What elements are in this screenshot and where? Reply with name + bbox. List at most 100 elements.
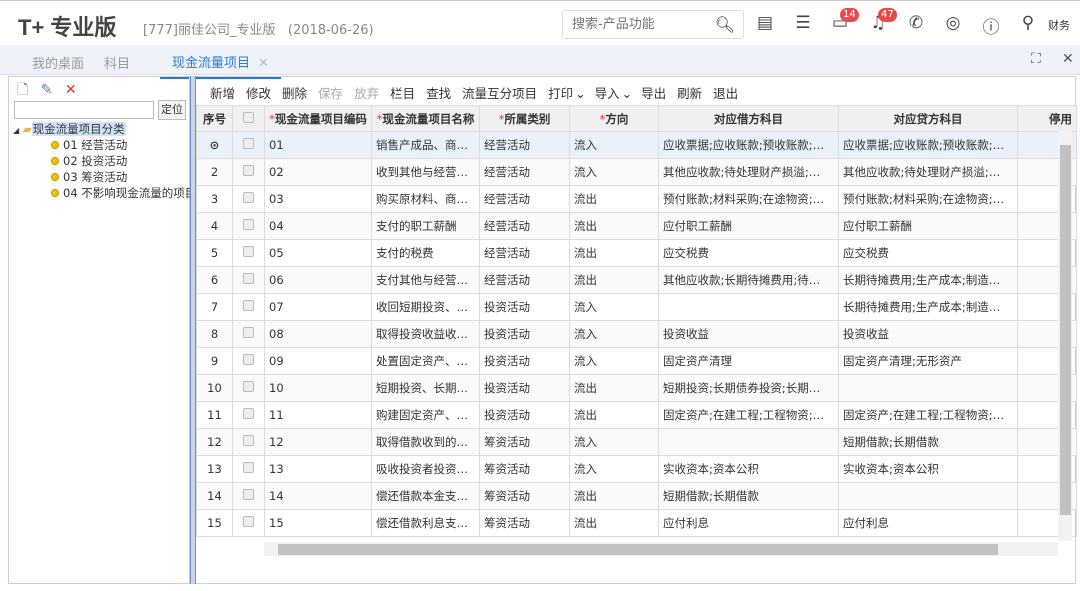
horizontal-scrollbar[interactable] — [264, 542, 1058, 556]
row-checkbox[interactable] — [243, 354, 254, 365]
fullscreen-icon[interactable]: ⛶ — [1031, 51, 1041, 67]
toolbar-button[interactable]: 删除 — [282, 86, 307, 101]
close-icon[interactable]: ✕ — [1062, 51, 1074, 67]
message-icon[interactable]: ▭ 14 — [829, 8, 859, 33]
scroll-thumb[interactable] — [278, 544, 998, 555]
table-row[interactable]: 1313吸收投资者投资收到的现金筹资活动流入实收资本;资本公积实收资本;资本公积 — [196, 455, 1077, 483]
row-checkbox[interactable] — [243, 408, 254, 419]
toolbar-button[interactable]: 修改 — [246, 86, 271, 101]
row-checkbox[interactable] — [243, 138, 254, 149]
toolbar-button[interactable]: 保存 — [318, 86, 343, 101]
category: 投资活动 — [479, 401, 570, 429]
edit-icon[interactable]: ✎ — [41, 82, 53, 98]
toolbar-button[interactable]: 导出 — [641, 86, 666, 101]
locate-button[interactable]: 定位 — [158, 100, 186, 120]
toolbar-button[interactable]: 放弃 — [354, 86, 379, 101]
bell-icon[interactable]: ♫ 47 — [867, 8, 897, 33]
tab-accounts[interactable]: 科目 — [104, 53, 130, 72]
dropdown-icon[interactable]: ⌄ — [622, 86, 632, 101]
scroll-thumb[interactable] — [1060, 145, 1071, 515]
toolbar-button[interactable]: 查找 — [426, 86, 451, 101]
calculator-icon[interactable]: ▤ — [754, 13, 776, 33]
column-header[interactable]: *所属类别 — [479, 105, 570, 132]
locate-input[interactable] — [14, 101, 154, 119]
search-icon[interactable]: 🔍︎ — [715, 15, 735, 34]
vertical-scrollbar[interactable] — [1058, 131, 1072, 541]
search-input[interactable] — [563, 11, 703, 38]
table-row[interactable]: ⊙01销售产成品、商品、提供劳务收到的现金经营活动流入应收票据;应收账款;预收账… — [196, 131, 1077, 159]
row-checkbox[interactable] — [243, 273, 254, 284]
column-header[interactable]: 对应借方科目 — [658, 105, 839, 132]
phone-icon[interactable]: ✆ — [905, 13, 927, 33]
table-row[interactable]: 202收到其他与经营活动有关的现金经营活动流入其他应收款;待处理财产损溢;…其他… — [196, 158, 1077, 186]
row-checkbox[interactable] — [243, 192, 254, 203]
table-row[interactable]: 303购买原材料、商品、接受劳务支付的现金经营活动流出预付账款;材料采购;在途物… — [196, 185, 1077, 213]
row-checkbox[interactable] — [243, 462, 254, 473]
table-row[interactable]: 6 06支付其他与经营活动有关的现金经营活动流出其他应收款;长期待摊费用;待…长期… — [196, 266, 1077, 294]
toolbar-button[interactable]: 导入 — [595, 86, 620, 101]
row-checkbox[interactable] — [243, 381, 254, 392]
delete-icon[interactable]: ✕ — [65, 82, 77, 98]
dropdown-icon[interactable]: ⌄ — [575, 86, 585, 101]
table-row[interactable]: 7 07 收回短期投资、… 投资活动 流入 长期待摊费用;生产成本;制造… — [196, 293, 1077, 321]
expand-icon[interactable]: ◢ — [13, 126, 19, 135]
tree-root[interactable]: ◢ ▰现金流量项目分类 — [13, 121, 196, 137]
search-box[interactable]: 🔍︎ — [562, 10, 744, 39]
table-row[interactable]: 9 09 处置固定资产、… 投资活动 流入 固定资产清理 固定资产清理;无形资产 — [196, 347, 1077, 375]
column-header[interactable] — [232, 105, 265, 132]
toolbar-button[interactable]: 新增 — [210, 86, 235, 101]
new-doc-icon[interactable]: 🗋 — [17, 82, 28, 98]
tree-item[interactable]: 04 不影响现金流量的项目 — [13, 185, 196, 201]
debit-accounts: 短期投资;长期债券投资;长期… — [658, 374, 839, 402]
row-checkbox[interactable] — [243, 246, 254, 257]
credit-accounts: 长期待摊费用;生产成本;制造… — [838, 293, 1018, 321]
table-row[interactable]: 1414偿还借款本金支付的现金筹资活动流出短期借款;长期借款 — [196, 482, 1077, 510]
tree-item[interactable]: 03 筹资活动 — [13, 169, 196, 185]
toolbar-button[interactable]: 退出 — [713, 86, 738, 101]
column-header[interactable]: *现金流量项目编码 — [264, 105, 372, 132]
tree-item[interactable]: 02 投资活动 — [13, 153, 196, 169]
column-header[interactable]: 对应贷方科目 — [838, 105, 1018, 132]
tab-cashflow-items[interactable]: 现金流量项目 ✕ — [160, 52, 281, 79]
row-number: ⊙ — [196, 131, 233, 159]
items-panel: 新增 修改 删除 保存 放弃 栏目 查找 流量互分项目 打印 ⌄ 导入 ⌄ 导出 刷新 退出 序号 *现金流量… — [196, 76, 1077, 584]
row-checkbox[interactable] — [243, 219, 254, 230]
table-row[interactable]: 10 10 短期投资、长期… 投资活动 流出 短期投资;长期债券投资;长期… — [196, 374, 1077, 402]
row-checkbox[interactable] — [243, 327, 254, 338]
support-icon[interactable]: ◎ — [942, 13, 964, 33]
table-row[interactable]: 4 04 支付的职工薪酬 经营活动 流出 应付职工薪酬 应付职工薪酬 — [196, 212, 1077, 240]
column-header[interactable]: *现金流量项目名称 — [371, 105, 480, 132]
row-checkbox[interactable] — [243, 165, 254, 176]
toolbar-button[interactable]: 打印 — [548, 86, 573, 101]
category: 经营活动 — [479, 266, 570, 294]
table-row[interactable]: 808取得投资收益收到的现金投资活动流入投资收益投资收益 — [196, 320, 1077, 348]
toolbar-button[interactable]: 栏目 — [390, 86, 415, 101]
close-tab-icon[interactable]: ✕ — [258, 56, 269, 71]
column-header[interactable]: 停用 — [1017, 105, 1077, 132]
task-list-icon[interactable]: ☰ — [792, 13, 814, 33]
debit-accounts: 应付利息 — [658, 509, 839, 537]
debit-accounts: 实收资本;资本公积 — [658, 455, 839, 483]
row-checkbox[interactable] — [243, 489, 254, 500]
help-icon[interactable]: ⓘ — [980, 13, 1002, 38]
toolbar-button[interactable]: 流量互分项目 — [462, 86, 537, 101]
row-checkbox[interactable] — [243, 435, 254, 446]
toolbar-button[interactable]: 刷新 — [677, 86, 702, 101]
table-row[interactable]: 12 12 取得借款收到的现金 筹资活动 流入 短期借款;长期借款 — [196, 428, 1077, 456]
column-header[interactable]: 序号 — [196, 105, 233, 132]
tree-item[interactable]: 01 经营活动 — [13, 137, 196, 153]
user-icon[interactable]: ⚲ — [1017, 13, 1039, 33]
item-code: 15 — [264, 509, 372, 537]
row-number: 6 — [196, 266, 233, 294]
row-checkbox[interactable] — [243, 300, 254, 311]
row-checkbox[interactable] — [243, 516, 254, 527]
select-all-checkbox[interactable] — [243, 111, 254, 123]
table-row[interactable]: 1515偿还借款利息支付的现金筹资活动流出应付利息应付利息 — [196, 509, 1077, 537]
column-header[interactable]: *方向 — [569, 105, 659, 132]
tab-desktop[interactable]: 我的桌面 — [32, 53, 84, 72]
credit-accounts: 其他应收款;待处理财产损溢;… — [838, 158, 1018, 186]
table-row[interactable]: 11 11 购建固定资产、… 投资活动 流出 固定资产;在建工程;工程物资;… 固定资产;在… — [196, 401, 1077, 429]
user-name[interactable]: 财务 — [1048, 17, 1070, 33]
row-checkbox-cell — [232, 482, 265, 510]
table-row[interactable]: 5 05 支付的税费 经营活动 流出 应交税费 应交税费 — [196, 239, 1077, 267]
